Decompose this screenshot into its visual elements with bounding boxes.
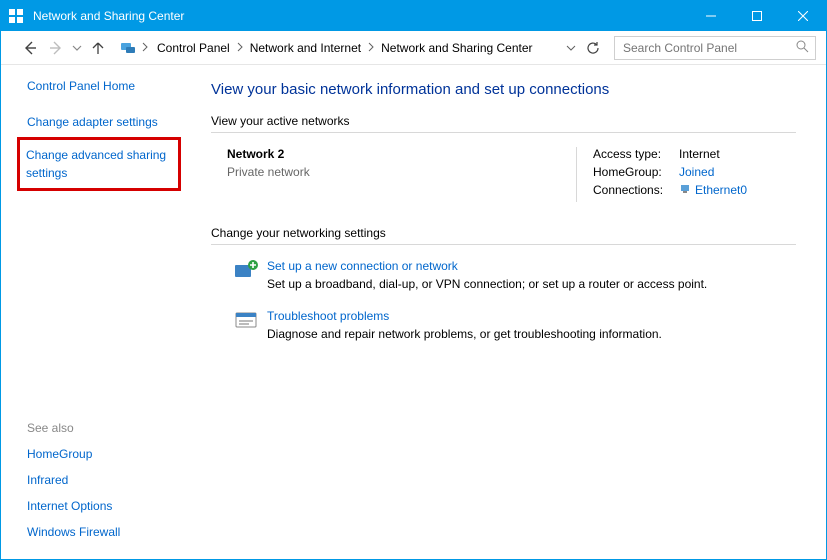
- change-advanced-sharing-link[interactable]: Change advanced sharing settings: [26, 146, 172, 182]
- navbar: Control Panel Network and Internet Netwo…: [1, 31, 826, 65]
- connections-label: Connections:: [593, 183, 679, 198]
- setup-connection-icon: [227, 259, 267, 291]
- minimize-button[interactable]: [688, 1, 734, 31]
- access-type-value: Internet: [679, 147, 720, 161]
- active-network-row: Network 2 Private network Access type: I…: [227, 147, 796, 202]
- troubleshoot-icon: [227, 309, 267, 341]
- see-also-header: See also: [27, 421, 201, 435]
- breadcrumb-item[interactable]: Network and Internet: [246, 38, 365, 58]
- setup-connection-desc: Set up a broadband, dial-up, or VPN conn…: [267, 277, 796, 291]
- close-button[interactable]: [780, 1, 826, 31]
- app-icon: [1, 8, 31, 24]
- back-button[interactable]: [17, 35, 43, 61]
- settings-header: Change your networking settings: [211, 226, 796, 240]
- chevron-right-icon[interactable]: [365, 38, 377, 58]
- highlighted-link-box: Change advanced sharing settings: [17, 137, 181, 191]
- network-sharing-icon[interactable]: [119, 39, 137, 57]
- setup-connection-link[interactable]: Set up a new connection or network: [267, 259, 796, 273]
- homegroup-label: HomeGroup:: [593, 165, 679, 179]
- see-also-internet-options-link[interactable]: Internet Options: [27, 497, 187, 515]
- up-button[interactable]: [85, 35, 111, 61]
- access-type-label: Access type:: [593, 147, 679, 161]
- search-icon[interactable]: [796, 40, 809, 56]
- see-also-section: See also HomeGroup Infrared Internet Opt…: [27, 421, 201, 549]
- active-networks-header: View your active networks: [211, 114, 796, 128]
- network-name: Network 2: [227, 147, 576, 161]
- refresh-button[interactable]: [580, 41, 606, 55]
- titlebar: Network and Sharing Center: [1, 1, 826, 31]
- homegroup-value-link[interactable]: Joined: [679, 165, 714, 179]
- divider: [211, 244, 796, 245]
- recent-locations-button[interactable]: [69, 35, 85, 61]
- troubleshoot-desc: Diagnose and repair network problems, or…: [267, 327, 796, 341]
- see-also-windows-firewall-link[interactable]: Windows Firewall: [27, 523, 187, 541]
- content: Control Panel Home Change adapter settin…: [1, 65, 826, 559]
- main-panel: View your basic network information and …: [201, 65, 826, 559]
- page-title: View your basic network information and …: [211, 81, 796, 98]
- address-dropdown-button[interactable]: [562, 43, 580, 53]
- divider: [211, 132, 796, 133]
- search-input[interactable]: [621, 40, 796, 56]
- connection-link[interactable]: Ethernet0: [679, 183, 747, 198]
- chevron-right-icon[interactable]: [139, 38, 151, 58]
- search-box[interactable]: [614, 36, 816, 60]
- forward-button[interactable]: [43, 35, 69, 61]
- maximize-button[interactable]: [734, 1, 780, 31]
- see-also-homegroup-link[interactable]: HomeGroup: [27, 445, 187, 463]
- chevron-right-icon[interactable]: [234, 38, 246, 58]
- window-title: Network and Sharing Center: [31, 9, 688, 23]
- troubleshoot-option: Troubleshoot problems Diagnose and repai…: [227, 309, 796, 341]
- change-adapter-settings-link[interactable]: Change adapter settings: [27, 113, 187, 131]
- breadcrumb-item[interactable]: Control Panel: [153, 38, 234, 58]
- control-panel-home-link[interactable]: Control Panel Home: [27, 79, 201, 93]
- see-also-infrared-link[interactable]: Infrared: [27, 471, 187, 489]
- breadcrumb[interactable]: Control Panel Network and Internet Netwo…: [151, 36, 562, 60]
- setup-connection-option: Set up a new connection or network Set u…: [227, 259, 796, 291]
- troubleshoot-link[interactable]: Troubleshoot problems: [267, 309, 796, 323]
- ethernet-icon: [679, 183, 691, 198]
- breadcrumb-item[interactable]: Network and Sharing Center: [377, 38, 536, 58]
- network-type: Private network: [227, 165, 576, 179]
- sidebar: Control Panel Home Change adapter settin…: [1, 65, 201, 559]
